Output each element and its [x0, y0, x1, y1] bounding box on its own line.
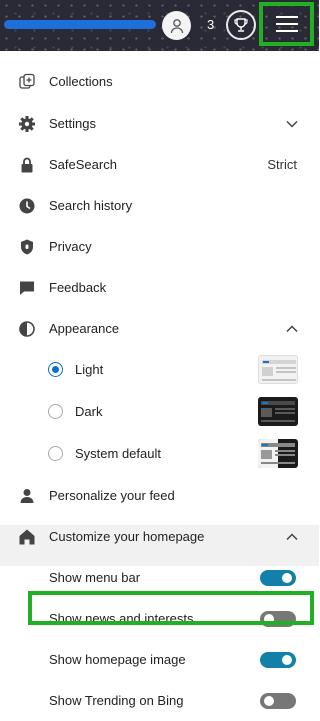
option-label: Dark: [75, 404, 103, 419]
person-icon: [170, 18, 183, 33]
toggle-switch[interactable]: [260, 569, 296, 586]
appearance-option-system-default[interactable]: System default: [0, 433, 319, 474]
system-theme-preview: [258, 439, 298, 468]
option-label: System default: [75, 446, 161, 461]
appearance-option-dark[interactable]: Dark: [0, 391, 319, 432]
chevron-up-icon: [286, 324, 298, 332]
menu-item-personalize-feed[interactable]: Personalize your feed: [0, 475, 319, 516]
menu-item-label: Settings: [49, 116, 96, 131]
dark-theme-preview: [258, 397, 298, 426]
light-theme-preview: [258, 355, 298, 384]
menu-item-collections[interactable]: Collections: [0, 61, 319, 102]
radio-button[interactable]: [48, 362, 63, 377]
chevron-down-icon: [286, 120, 298, 128]
radio-button[interactable]: [48, 404, 63, 419]
menu-item-feedback[interactable]: Feedback: [0, 267, 319, 308]
person-icon: [18, 487, 36, 505]
hamburger-icon: [275, 16, 298, 32]
toggle-switch[interactable]: [260, 651, 296, 668]
radio-button[interactable]: [48, 446, 63, 461]
menu-item-label: Collections: [49, 74, 113, 89]
menu-button[interactable]: [259, 2, 314, 46]
gear-icon: [18, 115, 36, 133]
rewards-button[interactable]: [226, 10, 256, 40]
menu-item-label: SafeSearch: [49, 157, 117, 172]
menu-item-label: Feedback: [49, 280, 107, 295]
menu-item-settings[interactable]: Settings: [0, 103, 319, 144]
toggle-switch[interactable]: [260, 692, 296, 709]
menu-item-customize-homepage[interactable]: Customize your homepage: [0, 516, 319, 557]
appearance-option-light[interactable]: Light: [0, 349, 319, 390]
safesearch-value: Strict: [267, 157, 297, 172]
collections-icon: [18, 73, 36, 91]
option-label: Show Trending on Bing: [49, 693, 184, 708]
reward-count: 3: [207, 17, 215, 32]
menu-item-label: Privacy: [49, 239, 92, 254]
option-label: Light: [75, 362, 104, 377]
settings-menu: Collections Settings SafeSearch Strict S…: [0, 51, 319, 721]
feedback-icon: [18, 279, 36, 297]
menu-item-label: Appearance: [49, 321, 120, 336]
menu-item-label: Personalize your feed: [49, 488, 175, 503]
chevron-up-icon: [286, 532, 298, 540]
avatar[interactable]: [162, 11, 191, 40]
option-show-homepage-image[interactable]: Show homepage image: [0, 639, 319, 680]
menu-item-search-history[interactable]: Search history: [0, 185, 319, 226]
menu-item-privacy[interactable]: Privacy: [0, 226, 319, 267]
menu-item-label: Search history: [49, 198, 133, 213]
home-icon: [18, 528, 36, 546]
top-bar: 3: [0, 0, 319, 51]
trophy-icon: [234, 18, 248, 32]
shield-icon: [18, 238, 36, 256]
option-show-trending-bing[interactable]: Show Trending on Bing: [0, 680, 319, 721]
contrast-icon: [18, 320, 36, 338]
user-name-redacted[interactable]: [4, 20, 156, 29]
option-label: Show homepage image: [49, 652, 186, 667]
menu-item-safesearch[interactable]: SafeSearch Strict: [0, 144, 319, 185]
menu-item-appearance[interactable]: Appearance: [0, 308, 319, 349]
clock-icon: [18, 197, 36, 215]
option-label: Show menu bar: [49, 570, 141, 585]
lock-icon: [18, 156, 36, 174]
menu-item-label: Customize your homepage: [49, 529, 205, 544]
highlight-box: [28, 591, 314, 625]
